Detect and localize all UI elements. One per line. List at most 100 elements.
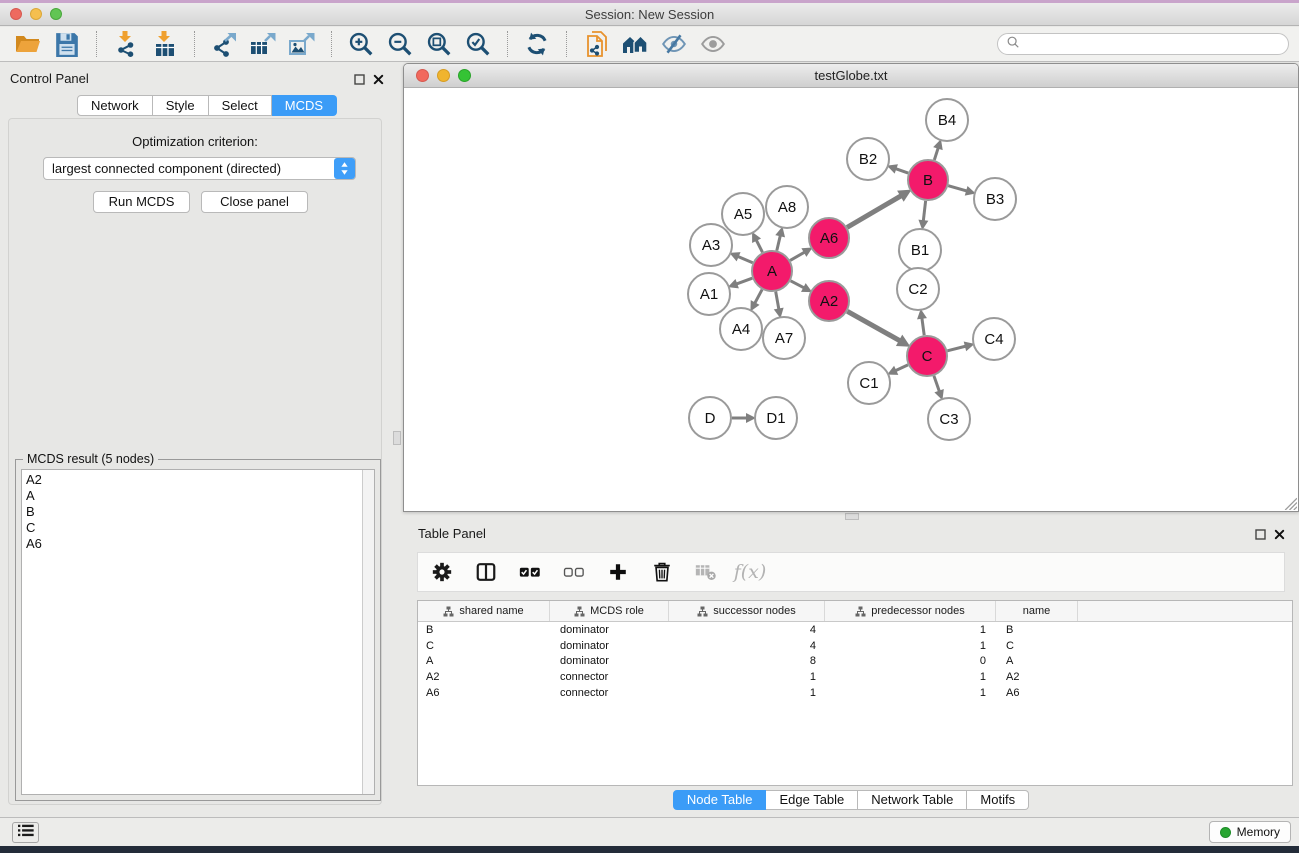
node-B2[interactable]: B2 xyxy=(847,138,889,180)
edge-A2-C[interactable] xyxy=(847,311,900,341)
result-list-item[interactable]: B xyxy=(22,504,374,520)
show-graphics-details-icon[interactable] xyxy=(698,29,728,59)
node-D[interactable]: D xyxy=(689,397,731,439)
edge-A-A8[interactable] xyxy=(777,235,781,250)
table-tab-edge-table[interactable]: Edge Table xyxy=(766,790,858,810)
tab-style[interactable]: Style xyxy=(153,95,209,116)
memory-button[interactable]: Memory xyxy=(1209,821,1291,843)
result-list-item[interactable]: A6 xyxy=(22,536,374,552)
edge-C-C3[interactable] xyxy=(934,376,940,392)
zoom-out-icon[interactable] xyxy=(385,29,415,59)
add-row-icon[interactable] xyxy=(604,558,632,586)
table-row[interactable]: A6connector11A6 xyxy=(418,685,1292,701)
table-row[interactable]: Bdominator41B xyxy=(418,622,1292,638)
mcds-result-list[interactable]: A2ABCA6 xyxy=(21,469,375,795)
node-A7[interactable]: A7 xyxy=(763,317,805,359)
search-field[interactable] xyxy=(997,33,1289,55)
import-network-icon[interactable] xyxy=(111,29,141,59)
task-history-button[interactable] xyxy=(12,822,39,843)
column-header-name[interactable]: name xyxy=(996,601,1078,621)
edge-A-A3[interactable] xyxy=(738,256,753,262)
result-list-item[interactable]: C xyxy=(22,520,374,536)
node-B[interactable]: B xyxy=(908,160,948,200)
node-D1[interactable]: D1 xyxy=(755,397,797,439)
edge-B-B3[interactable] xyxy=(948,186,967,191)
node-B4[interactable]: B4 xyxy=(926,99,968,141)
tab-select[interactable]: Select xyxy=(209,95,272,116)
zoom-selected-icon[interactable] xyxy=(463,29,493,59)
edge-A-A2[interactable] xyxy=(791,281,805,288)
node-B3[interactable]: B3 xyxy=(974,178,1016,220)
float-panel-icon[interactable] xyxy=(354,72,365,83)
node-A8[interactable]: A8 xyxy=(766,186,808,228)
table-row[interactable]: Cdominator41C xyxy=(418,638,1292,654)
horizontal-splitter-handle[interactable] xyxy=(845,513,859,520)
node-A2[interactable]: A2 xyxy=(809,281,849,321)
network-canvas[interactable]: B4 B2 B B3 A5A8A6 A3 B1 A A1 C2 A2 A4A7 C4 C C1 C3 D D1 xyxy=(404,88,1298,511)
export-table-icon[interactable] xyxy=(248,29,278,59)
zoom-fit-icon[interactable] xyxy=(424,29,454,59)
edge-A-A7[interactable] xyxy=(776,292,779,310)
export-network-icon[interactable] xyxy=(209,29,239,59)
node-A[interactable]: A xyxy=(752,251,792,291)
criterion-dropdown[interactable]: largest connected component (directed) xyxy=(43,157,356,180)
result-list-scrollbar[interactable] xyxy=(362,470,374,794)
edge-C-C2[interactable] xyxy=(922,318,924,335)
close-panel-icon[interactable] xyxy=(373,72,384,83)
open-file-icon[interactable] xyxy=(13,29,43,59)
node-A4[interactable]: A4 xyxy=(720,308,762,350)
node-C[interactable]: C xyxy=(907,336,947,376)
export-image-icon[interactable] xyxy=(287,29,317,59)
tab-network[interactable]: Network xyxy=(77,95,153,116)
node-B1[interactable]: B1 xyxy=(899,229,941,271)
column-header-successor-nodes[interactable]: successor nodes xyxy=(669,601,825,621)
tab-mcds[interactable]: MCDS xyxy=(272,95,337,116)
search-input[interactable] xyxy=(1025,37,1280,51)
import-table-icon[interactable] xyxy=(150,29,180,59)
main-titlebar[interactable]: Session: New Session xyxy=(0,3,1299,26)
network-window-titlebar[interactable]: testGlobe.txt xyxy=(404,64,1298,88)
result-list-item[interactable]: A2 xyxy=(22,472,374,488)
edge-A-A5[interactable] xyxy=(756,240,762,252)
show-columns-icon[interactable] xyxy=(472,558,500,586)
node-C3[interactable]: C3 xyxy=(928,398,970,440)
node-C4[interactable]: C4 xyxy=(973,318,1015,360)
edge-B-B1[interactable] xyxy=(923,201,925,221)
delete-table-icon[interactable] xyxy=(692,558,720,586)
table-tab-node-table[interactable]: Node Table xyxy=(673,790,767,810)
zoom-in-icon[interactable] xyxy=(346,29,376,59)
node-A1[interactable]: A1 xyxy=(688,273,730,315)
refresh-layout-icon[interactable] xyxy=(522,29,552,59)
node-C1[interactable]: C1 xyxy=(848,362,890,404)
edge-C-C1[interactable] xyxy=(895,365,908,371)
select-all-icon[interactable] xyxy=(516,558,544,586)
home-first-neighbors-icon[interactable] xyxy=(620,29,650,59)
clone-network-icon[interactable] xyxy=(581,29,611,59)
edge-B-B2[interactable] xyxy=(895,169,908,173)
node-A5[interactable]: A5 xyxy=(722,193,764,235)
table-tab-network-table[interactable]: Network Table xyxy=(858,790,967,810)
close-panel-icon[interactable] xyxy=(1274,527,1285,538)
table-row[interactable]: Adominator80A xyxy=(418,653,1292,669)
edge-A-A6[interactable] xyxy=(790,252,805,260)
node-C2[interactable]: C2 xyxy=(897,268,939,310)
result-list-item[interactable]: A xyxy=(22,488,374,504)
column-header-predecessor-nodes[interactable]: predecessor nodes xyxy=(825,601,996,621)
column-header-shared-name[interactable]: shared name xyxy=(418,601,550,621)
float-panel-icon[interactable] xyxy=(1255,527,1266,538)
resize-grip-icon[interactable] xyxy=(1282,495,1297,510)
deselect-all-icon[interactable] xyxy=(560,558,588,586)
run-mcds-button[interactable]: Run MCDS xyxy=(93,191,190,213)
vertical-splitter-handle[interactable] xyxy=(393,431,401,445)
close-panel-button[interactable]: Close panel xyxy=(201,191,308,213)
table-row[interactable]: A2connector11A2 xyxy=(418,669,1292,685)
delete-row-icon[interactable] xyxy=(648,558,676,586)
edge-A-A1[interactable] xyxy=(736,278,752,284)
save-session-icon[interactable] xyxy=(52,29,82,59)
hide-graphics-details-icon[interactable] xyxy=(659,29,689,59)
node-A6[interactable]: A6 xyxy=(809,218,849,258)
column-header-MCDS-role[interactable]: MCDS role xyxy=(550,601,669,621)
node-A3[interactable]: A3 xyxy=(690,224,732,266)
edge-B-B4[interactable] xyxy=(934,148,938,160)
edge-A-A4[interactable] xyxy=(755,290,762,304)
